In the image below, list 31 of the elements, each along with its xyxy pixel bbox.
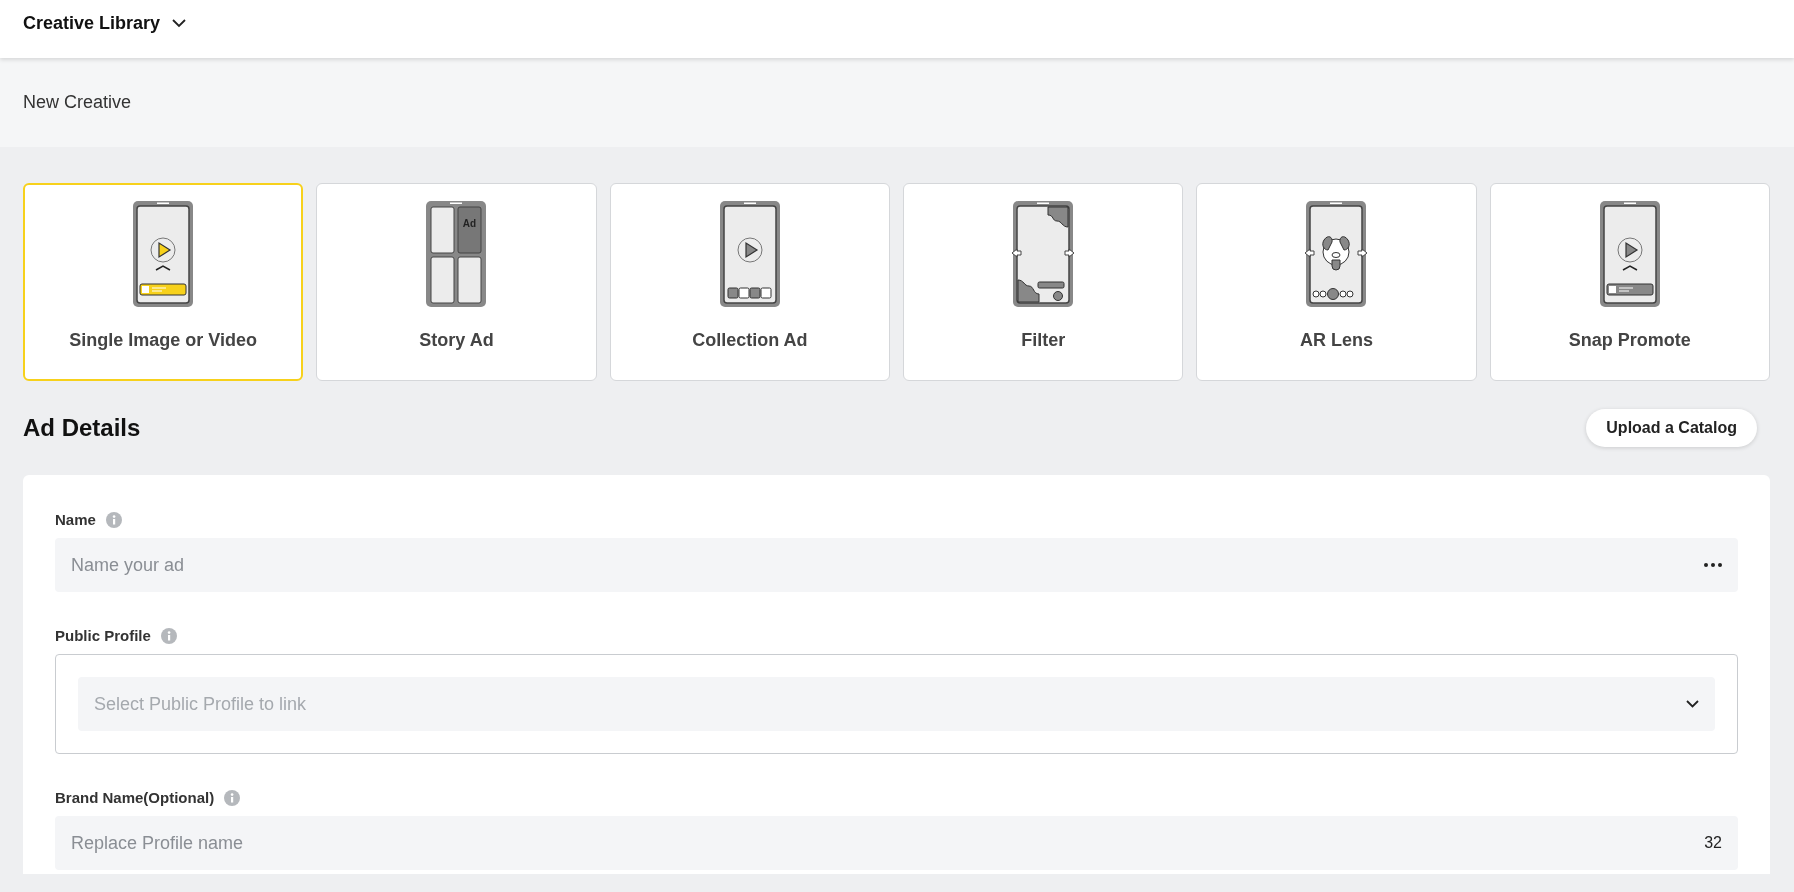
dropdown-field[interactable]: Select Public Profile to link <box>78 677 1715 731</box>
phone-filter-icon <box>1012 200 1075 308</box>
chevron-down-icon[interactable] <box>172 18 187 28</box>
card-label: Filter <box>1021 330 1066 351</box>
section-title: New Creative <box>23 92 132 113</box>
character-counter: 32 <box>1704 834 1722 852</box>
card-label: Collection Ad <box>692 330 808 351</box>
creative-type-card[interactable]: Single Image or Video <box>23 183 304 381</box>
creative-type-card[interactable]: Ad Story Ad <box>316 183 597 381</box>
phone-grid-icon: Ad <box>425 200 488 308</box>
card-label: Story Ad <box>419 330 494 351</box>
creative-type-card[interactable]: Snap Promote <box>1489 183 1770 381</box>
card-label: Snap Promote <box>1568 330 1691 351</box>
more-icon[interactable] <box>1704 563 1722 567</box>
card-label: Single Image or Video <box>69 330 257 351</box>
phone-dog-lens-icon <box>1305 200 1368 308</box>
section-heading: Ad Details <box>23 414 141 442</box>
phone-collection-icon <box>718 200 781 308</box>
phone-video-icon <box>132 200 195 308</box>
input-field[interactable]: Name your ad <box>55 538 1738 592</box>
chevron-down-icon[interactable] <box>1686 700 1699 708</box>
creative-type-card[interactable]: Collection Ad <box>609 183 890 381</box>
creative-type-card[interactable]: Filter <box>903 183 1184 381</box>
upload-catalog-button[interactable]: Upload a Catalog <box>1586 409 1757 447</box>
field-label: Name <box>55 511 96 528</box>
phone-video-icon <box>1598 200 1661 308</box>
field-label: Public Profile <box>55 627 151 644</box>
field-label: Brand Name(Optional) <box>55 789 215 806</box>
card-label: AR Lens <box>1300 330 1373 351</box>
page-title[interactable]: Creative Library <box>23 12 161 34</box>
creative-type-card[interactable]: AR Lens <box>1196 183 1477 381</box>
